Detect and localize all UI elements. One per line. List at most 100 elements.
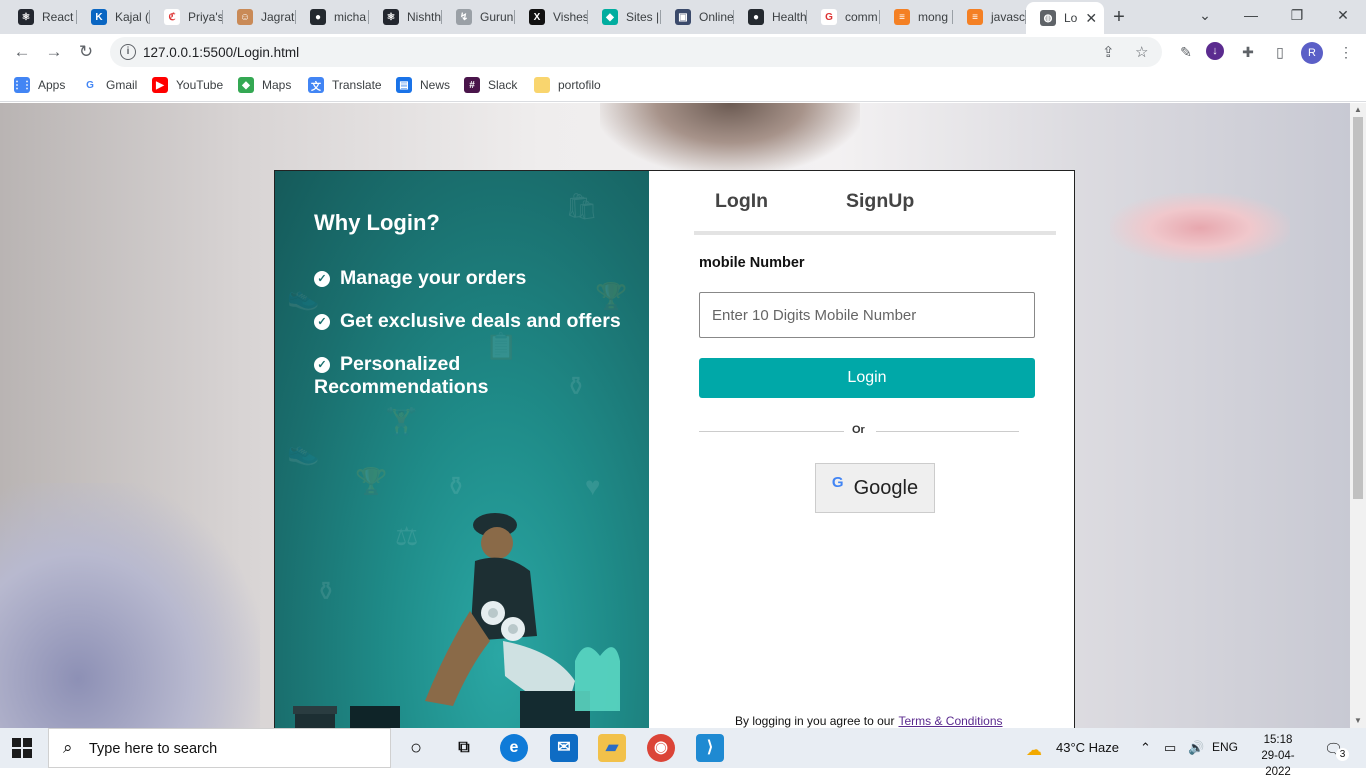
restore-button[interactable]: ❐ — [1274, 0, 1320, 30]
bookmark-icon: # — [464, 77, 480, 93]
reload-icon[interactable]: ↻ — [74, 40, 98, 64]
minimize-button[interactable]: — — [1228, 0, 1274, 30]
browser-tab[interactable]: Gcomm — [807, 4, 880, 30]
bookmark-item[interactable]: portofilo — [534, 77, 601, 93]
terms-link[interactable]: Terms & Conditions — [898, 714, 1002, 728]
site-info-icon[interactable]: i — [120, 44, 136, 60]
bookmark-item[interactable]: G Gmail — [82, 77, 137, 93]
browser-tab[interactable]: ≡ javasc — [953, 4, 1026, 30]
check-circle-icon: ✓ — [314, 271, 330, 287]
login-button[interactable]: Login — [699, 358, 1035, 398]
google-login-button[interactable]: G Google — [815, 463, 935, 513]
shoe-icon-2: 👟 — [287, 436, 320, 466]
mobile-number-input[interactable] — [699, 292, 1035, 338]
vscode-icon[interactable]: ⟩ — [696, 734, 724, 762]
tab-signup[interactable]: SignUp — [846, 190, 914, 213]
battery-icon[interactable]: ▭ — [1164, 740, 1176, 756]
bookmark-item[interactable]: ◆ Maps — [238, 77, 291, 93]
bookmark-icon: G — [82, 77, 98, 93]
bookmark-item[interactable]: ▶ YouTube — [152, 77, 223, 93]
bookmark-star-icon[interactable]: ☆ — [1135, 43, 1148, 61]
auth-tabs: LogIn SignUp — [694, 189, 1056, 235]
promo-benefit-item: ✓ Manage your orders — [314, 267, 634, 290]
scroll-down-icon[interactable]: ▼ — [1350, 714, 1366, 728]
bookmark-label: Translate — [332, 78, 382, 92]
bookmark-label: Apps — [38, 78, 66, 92]
weather-text[interactable]: 43°C Haze — [1056, 740, 1119, 755]
mail-icon[interactable]: ✉ — [550, 734, 578, 762]
taskbar-clock[interactable]: 15:18 29-04-2022 — [1252, 732, 1304, 780]
chrome-icon[interactable]: ◉ — [647, 734, 675, 762]
bookmark-label: Slack — [488, 78, 518, 92]
clock-date: 29-04-2022 — [1261, 750, 1295, 778]
menu-kebab-icon[interactable]: ⋮ — [1336, 42, 1356, 62]
new-tab-button[interactable]: + — [1108, 6, 1130, 28]
browser-tab[interactable]: ≡ mong — [880, 4, 953, 30]
scrollbar-thumb[interactable] — [1353, 117, 1363, 499]
heart-icon: ♥ — [585, 471, 601, 501]
profile-avatar[interactable]: R — [1301, 42, 1323, 64]
extension-eyedropper-icon[interactable]: ✎ — [1176, 42, 1196, 62]
tab-title: Vishes — [553, 10, 588, 24]
browser-tab[interactable]: K Kajal ( — [77, 4, 150, 30]
mobile-number-label: mobile Number — [699, 255, 805, 271]
tab-title: Kajal ( — [115, 10, 150, 24]
tray-chevron-icon[interactable]: ⌃ — [1140, 740, 1151, 756]
divider-line-right — [876, 431, 1019, 432]
google-button-label: Google — [853, 476, 919, 499]
scroll-up-icon[interactable]: ▲ — [1350, 103, 1366, 117]
bookmark-label: portofilo — [558, 78, 601, 92]
task-view-icon[interactable]: ⧉ — [450, 734, 478, 762]
bookmark-icon — [534, 77, 550, 93]
browser-tab[interactable]: ↯ Gurun — [442, 4, 515, 30]
volume-icon[interactable]: 🔊 — [1188, 740, 1204, 756]
or-divider: Or — [699, 423, 1019, 439]
edge-icon[interactable]: e — [500, 734, 528, 762]
tab-title: Lo — [1064, 11, 1078, 25]
url-text[interactable]: 127.0.0.1:5500/Login.html — [143, 45, 299, 60]
file-explorer-icon[interactable]: ▰ — [598, 734, 626, 762]
language-indicator[interactable]: ENG — [1212, 740, 1238, 754]
tab-title: Gurun — [480, 10, 514, 24]
side-panel-icon[interactable]: ▯ — [1270, 42, 1290, 62]
tab-login[interactable]: LogIn — [715, 190, 768, 213]
promo-panel: 🛍 👟 🏆 📋 ⚱ 🏋 👟 ⚱ 🏆 ♥ ⚖ ⚱ Why Login? ✓ Man… — [275, 171, 649, 728]
tab-favicon-icon: ⚛ — [383, 9, 399, 25]
browser-tab[interactable]: ⚛ React — [4, 4, 77, 30]
share-icon[interactable]: ⇪ — [1102, 43, 1115, 61]
browser-tab[interactable]: ● Health — [734, 4, 807, 30]
bookmark-item[interactable]: ⋮⋮ Apps — [12, 77, 66, 93]
browser-tabstrip: ⚛ React K Kajal (ℭ Priya's ☺ Jagrat ● micha ⚛ Nish… — [0, 0, 1366, 34]
browser-tab[interactable]: ⚛ Nishth — [369, 4, 442, 30]
bookmark-item[interactable]: 文 Translate — [308, 77, 382, 93]
page-scrollbar[interactable]: ▲ ▼ — [1350, 103, 1366, 728]
tab-search-icon[interactable]: ⌄ — [1182, 0, 1228, 30]
terms-text: By logging in you agree to our Terms & Co… — [735, 714, 1003, 728]
taskbar-search-box[interactable]: ⌕ Type here to search — [48, 728, 391, 768]
download-extension-icon[interactable]: ↓ — [1206, 42, 1224, 60]
tab-active[interactable]: ◍ Lo ✕ — [1026, 2, 1104, 34]
address-bar[interactable]: i 127.0.0.1:5500/Login.html ⇪ ☆ — [110, 37, 1162, 67]
bookmark-item[interactable]: # Slack — [464, 77, 517, 93]
tab-favicon-icon: ☺ — [237, 9, 253, 25]
back-icon[interactable]: ← — [10, 40, 34, 64]
browser-tab[interactable]: ● micha — [296, 4, 369, 30]
close-window-button[interactable]: ✕ — [1320, 0, 1366, 30]
bookmark-item[interactable]: ▤ News — [396, 77, 450, 93]
tab-title: Jagrat — [261, 10, 295, 24]
browser-tab[interactable]: ▣ Online — [661, 4, 734, 30]
check-circle-icon: ✓ — [314, 357, 330, 373]
extensions-puzzle-icon[interactable]: ✚ — [1238, 42, 1258, 62]
cortana-icon[interactable]: ○ — [402, 734, 430, 762]
tab-close-icon[interactable]: ✕ — [1085, 10, 1097, 27]
forward-icon[interactable]: → — [42, 40, 66, 64]
browser-tab[interactable]: X Vishes — [515, 4, 588, 30]
windows-start-icon[interactable] — [12, 738, 32, 758]
browser-tab[interactable]: ◆ Sites | — [588, 4, 661, 30]
bookmark-label: Maps — [262, 78, 292, 92]
weather-icon: ☁ — [1026, 742, 1042, 759]
browser-tab[interactable]: ℭ Priya's — [150, 4, 223, 30]
tab-title: micha — [334, 10, 367, 24]
browser-tab[interactable]: ☺ Jagrat — [223, 4, 296, 30]
tab-title: React — [42, 10, 74, 24]
